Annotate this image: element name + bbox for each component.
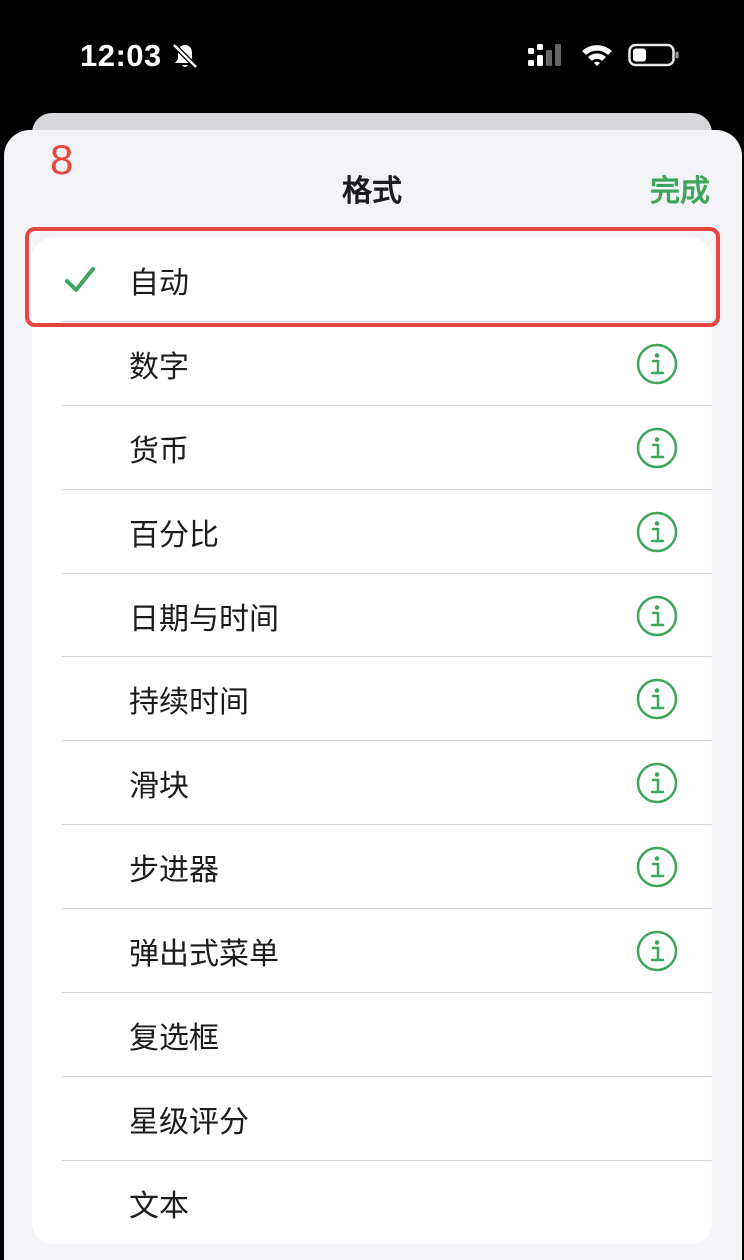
format-option-label: 弹出式菜单 (129, 937, 279, 973)
cellular-signal-icon (528, 44, 561, 66)
info-icon[interactable] (636, 511, 678, 553)
info-icon[interactable] (636, 678, 678, 720)
info-icon[interactable] (636, 930, 678, 972)
format-option-row[interactable]: 日期与时间 (32, 574, 712, 658)
format-option-label: 日期与时间 (129, 601, 279, 637)
format-option-label: 百分比 (129, 517, 219, 553)
format-option-label: 滑块 (129, 769, 189, 805)
info-icon[interactable] (636, 762, 678, 804)
format-option-label: 自动 (129, 265, 189, 301)
bell-slash-icon (172, 43, 198, 69)
format-option-row[interactable]: 滑块 (32, 741, 712, 826)
format-option-label: 步进器 (129, 853, 219, 889)
format-option-label: 数字 (129, 349, 189, 385)
wifi-icon (582, 45, 612, 66)
format-list: 自动数字货币百分比日期与时间持续时间滑块步进器弹出式菜单复选框星级评分文本 (32, 238, 712, 1244)
format-option-row[interactable]: 数字 (32, 322, 712, 406)
sheet-title: 格式 (342, 174, 402, 209)
info-icon[interactable] (636, 343, 678, 385)
format-option-row[interactable]: 自动 (32, 238, 712, 322)
format-option-label: 复选框 (129, 1020, 219, 1056)
status-indicators (526, 42, 680, 68)
format-option-row[interactable]: 货币 (32, 406, 712, 490)
format-option-label: 文本 (129, 1188, 189, 1224)
format-option-row[interactable]: 星级评分 (32, 1077, 712, 1161)
format-option-row[interactable]: 持续时间 (32, 657, 712, 742)
done-button[interactable]: 完成 (650, 166, 710, 210)
info-icon[interactable] (636, 595, 678, 637)
time-group: 12:03 (80, 38, 200, 74)
info-icon[interactable] (636, 846, 678, 888)
battery-icon (628, 43, 679, 67)
format-option-label: 持续时间 (129, 685, 249, 721)
format-option-row[interactable]: 百分比 (32, 490, 712, 574)
checkmark-icon (65, 266, 95, 292)
format-option-row[interactable]: 步进器 (32, 825, 712, 910)
format-option-row[interactable]: 复选框 (32, 993, 712, 1077)
status-bar: 12:03 (0, 0, 744, 115)
format-option-row[interactable]: 弹出式菜单 (32, 909, 712, 994)
screen: 12:03 8 格式 完成 自动 数字 货币 百分比 日期与时间 持续时间 滑块… (0, 0, 744, 1260)
status-time: 12:03 (80, 38, 162, 73)
format-option-row[interactable]: 文本 (32, 1161, 712, 1244)
format-option-label: 货币 (129, 433, 189, 469)
info-icon[interactable] (636, 427, 678, 469)
format-option-label: 星级评分 (129, 1104, 249, 1140)
